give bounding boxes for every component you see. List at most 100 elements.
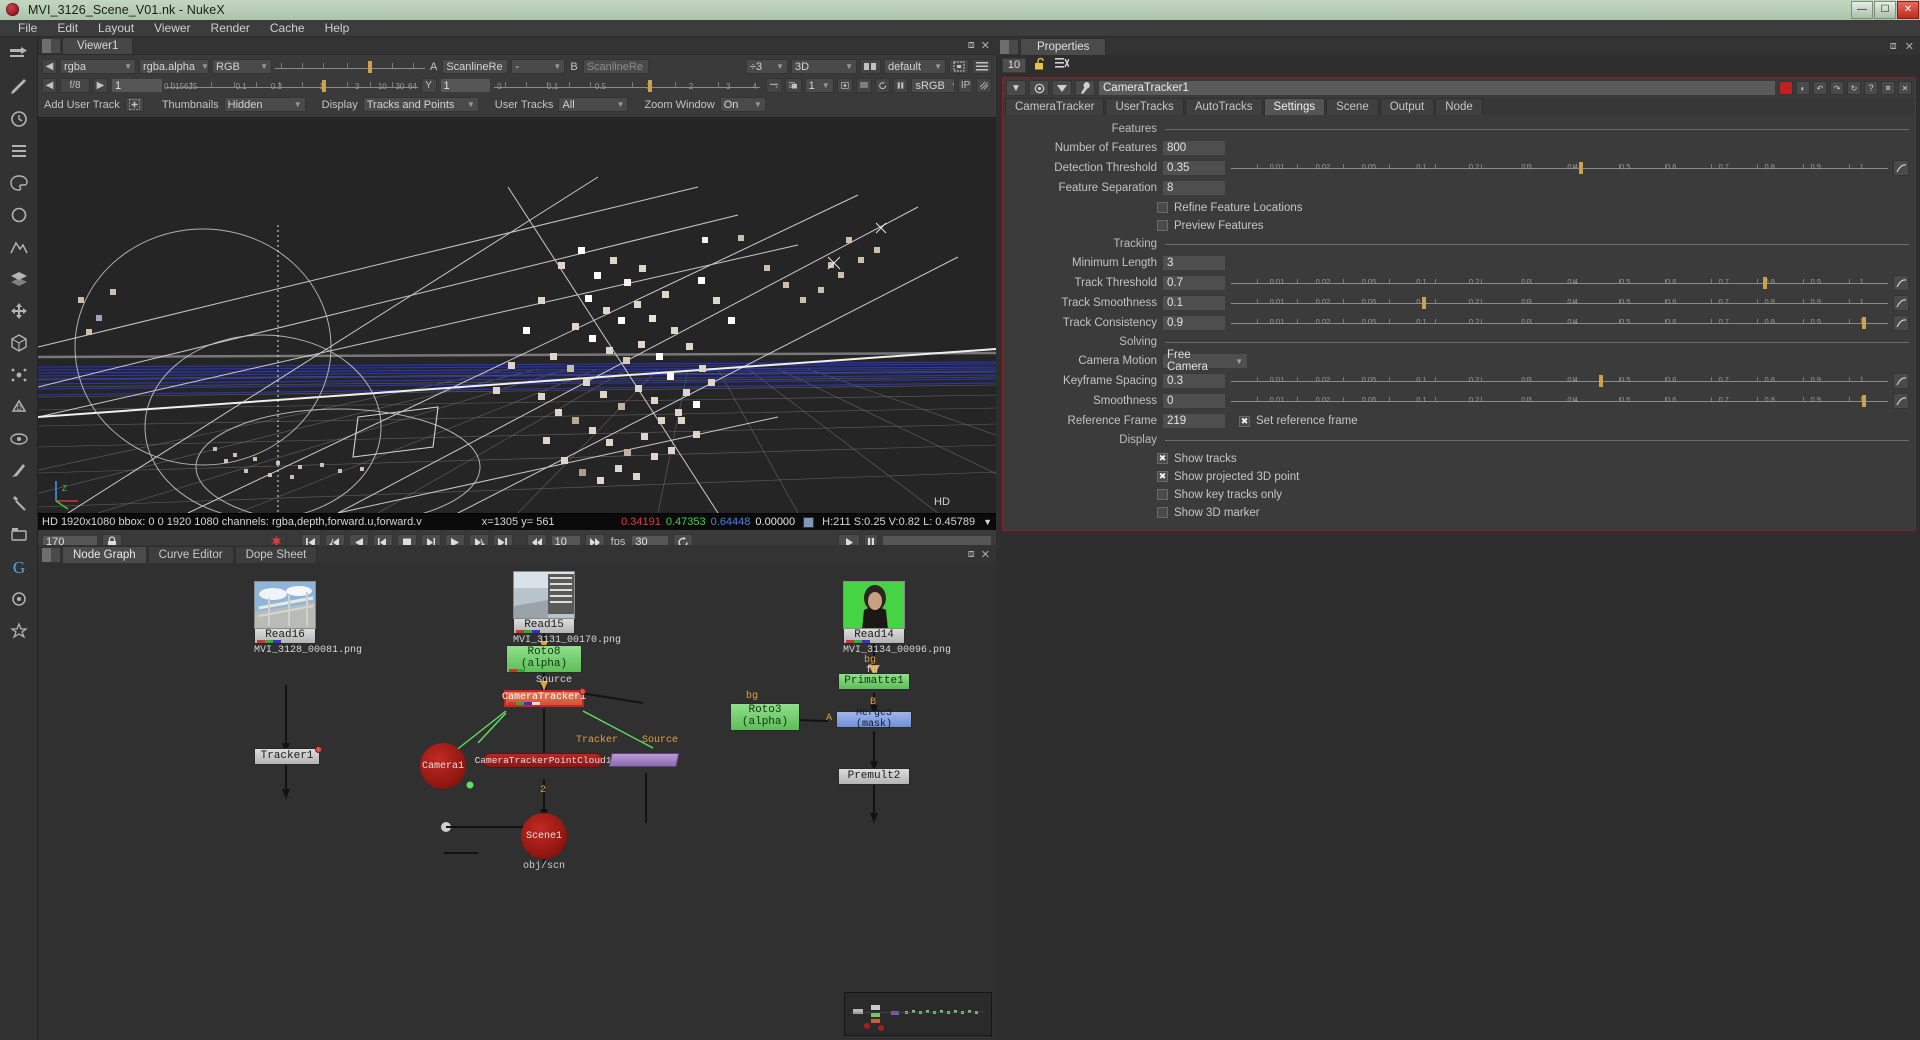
- help-icon[interactable]: ?: [1864, 81, 1878, 95]
- image-node-icon[interactable]: [4, 41, 34, 69]
- detection-threshold-field[interactable]: 0.35: [1162, 160, 1226, 176]
- node-graph-canvas[interactable]: Read16 MVI_3128_00081.png Tracker1: [38, 563, 996, 1040]
- redo-icon[interactable]: ↷: [1830, 81, 1844, 95]
- viewer-input-prev-icon[interactable]: ◀: [42, 59, 57, 74]
- gain-slider-top[interactable]: [275, 59, 425, 74]
- proxy-scale-select[interactable]: ÷3▼: [746, 59, 788, 74]
- show-projected-3d-point-checkbox[interactable]: [1157, 471, 1168, 482]
- menu-viewer[interactable]: Viewer: [144, 20, 200, 37]
- node-read14[interactable]: Read14 MVI_3134_00096.png: [843, 581, 951, 656]
- deep-node-icon[interactable]: D: [4, 393, 34, 421]
- camera1-circle[interactable]: Camera1: [420, 743, 466, 789]
- metadata-node-icon[interactable]: [4, 457, 34, 485]
- float-panel-icon[interactable]: ⧈: [1890, 40, 1897, 53]
- node-premult2[interactable]: Premult2: [838, 768, 910, 785]
- set-reference-frame-group[interactable]: Set reference frame: [1239, 415, 1358, 427]
- tab-node-graph[interactable]: Node Graph: [62, 546, 147, 563]
- zoom-window-select[interactable]: On▼: [720, 97, 766, 112]
- tab-cameratracker[interactable]: CameraTracker: [1005, 98, 1104, 115]
- track-threshold-slider[interactable]: 0.01 0.02 0.05 0.1 0.2 0.3 0.4 0.5 0.6 0…: [1231, 275, 1888, 291]
- check-refine-feature-locations[interactable]: Refine Feature Locations: [1007, 199, 1909, 216]
- gamma-slider[interactable]: 0 0.1 0.5 1 2 3 4: [494, 78, 760, 93]
- tab-properties[interactable]: Properties: [1020, 38, 1106, 55]
- input-a-select[interactable]: ScanlineRe▼: [442, 59, 508, 74]
- detection-threshold-slider[interactable]: 0.01 0.02 0.05 0.1 0.2 0.3 0.4 0.5 0.6 0…: [1231, 160, 1888, 176]
- node-read16[interactable]: Read16 MVI_3128_00081.png: [254, 581, 362, 656]
- gain-next-icon[interactable]: ▶: [93, 78, 108, 93]
- user-tracks-select[interactable]: All▼: [558, 97, 628, 112]
- geometry-card-box[interactable]: [609, 753, 680, 767]
- tab-settings[interactable]: Settings: [1264, 98, 1326, 115]
- track-smoothness-animation-icon[interactable]: [1893, 295, 1909, 311]
- unlock-icon[interactable]: [1034, 57, 1047, 74]
- triangle-down-icon[interactable]: ▼: [1006, 80, 1026, 96]
- gpu-icon[interactable]: [860, 59, 881, 74]
- track-smoothness-slider[interactable]: 0.01 0.02 0.05 0.1 0.2 0.3 0.4 0.5 0.6 0…: [1231, 295, 1888, 311]
- node-name-field[interactable]: CameraTracker1: [1098, 80, 1776, 96]
- node-color-icon[interactable]: [1029, 80, 1049, 96]
- add-track-icon[interactable]: [125, 97, 144, 112]
- viewer-3d-viewport[interactable]: Z HD: [38, 117, 996, 513]
- tab-autotracks[interactable]: AutoTracks: [1185, 98, 1263, 115]
- layer-count-select[interactable]: 1▼: [805, 78, 834, 93]
- node-camera1[interactable]: Camera1: [420, 743, 466, 789]
- show-tracks-checkbox[interactable]: [1157, 453, 1168, 464]
- refine-feature-locations-checkbox[interactable]: [1157, 202, 1168, 213]
- chevron-down-icon[interactable]: ▼: [983, 517, 992, 527]
- keyframe-spacing-slider[interactable]: 0.01 0.02 0.05 0.1 0.2 0.3 0.4 0.5 0.6 0…: [1231, 373, 1888, 389]
- clip-warning-icon[interactable]: [785, 78, 802, 93]
- wrench-icon[interactable]: [1075, 80, 1095, 96]
- merge3-box[interactable]: Merge3 (mask): [836, 711, 912, 728]
- close-button[interactable]: ✕: [1897, 1, 1919, 19]
- time-node-icon[interactable]: [4, 105, 34, 133]
- read15-header[interactable]: Read15: [513, 619, 575, 634]
- tracker1-box[interactable]: Tracker1: [254, 748, 320, 765]
- node-mask-icon[interactable]: [1052, 80, 1072, 96]
- ip-button[interactable]: IP: [958, 78, 973, 93]
- roto3-box[interactable]: Roto3 (alpha): [730, 703, 800, 731]
- viewer-operation-select[interactable]: -▼: [511, 59, 565, 74]
- tab-usertracks[interactable]: UserTracks: [1105, 98, 1183, 115]
- gain-fstop-button[interactable]: f/8: [60, 78, 90, 93]
- max-panels-field[interactable]: 10: [1002, 58, 1026, 73]
- tab-output[interactable]: Output: [1380, 98, 1435, 115]
- node-swatch-icon[interactable]: [1779, 81, 1793, 95]
- keyer-node-icon[interactable]: [4, 233, 34, 261]
- channel-layer-select[interactable]: rgba▼: [60, 59, 136, 74]
- track-consistency-slider[interactable]: 0.01 0.02 0.05 0.1 0.2 0.3 0.4 0.5 0.6 0…: [1231, 315, 1888, 331]
- channel-alpha-select[interactable]: rgba.alpha▼: [139, 59, 209, 74]
- revert-icon[interactable]: ↻: [1847, 81, 1861, 95]
- panel-grip-icon[interactable]: [42, 548, 60, 562]
- tab-scene[interactable]: Scene: [1326, 98, 1379, 115]
- menu-help[interactable]: Help: [315, 20, 360, 37]
- tab-curve-editor[interactable]: Curve Editor: [148, 546, 234, 563]
- gizmo-node-icon[interactable]: G: [4, 553, 34, 581]
- close-icon[interactable]: ✕: [1898, 81, 1912, 95]
- gain-prev-icon[interactable]: ◀: [42, 78, 57, 93]
- colorspace-select[interactable]: sRGB▼: [911, 78, 955, 93]
- viewer-process-select[interactable]: default▼: [884, 59, 946, 74]
- toolsets-node-icon[interactable]: [4, 489, 34, 517]
- particles-node-icon[interactable]: [4, 361, 34, 389]
- pointcloud-box[interactable]: CameraTrackerPointCloud1: [483, 753, 603, 768]
- read16-header[interactable]: Read16: [254, 629, 316, 644]
- filter-node-icon[interactable]: [4, 201, 34, 229]
- track-threshold-field[interactable]: 0.7: [1162, 275, 1226, 291]
- minimize-button[interactable]: —: [1851, 1, 1873, 19]
- gamma-value-field[interactable]: 1: [440, 78, 492, 93]
- menu-file[interactable]: File: [8, 20, 47, 37]
- draw-node-icon[interactable]: [4, 73, 34, 101]
- full-frame-icon[interactable]: [837, 78, 853, 93]
- color-node-icon[interactable]: [4, 169, 34, 197]
- menu-render[interactable]: Render: [201, 20, 260, 37]
- check-show-tracks[interactable]: Show tracks: [1007, 450, 1909, 467]
- show-3d-marker-checkbox[interactable]: [1157, 507, 1168, 518]
- float-panel-icon[interactable]: ⧈: [968, 39, 975, 52]
- track-smoothness-field[interactable]: 0.1: [1162, 295, 1226, 311]
- node-read15[interactable]: Read15 MVI_3131_00170.png: [513, 571, 621, 646]
- tab-dope-sheet[interactable]: Dope Sheet: [235, 546, 318, 563]
- node-merge3[interactable]: Merge3 (mask): [836, 711, 912, 728]
- minimum-length-field[interactable]: 3: [1162, 255, 1226, 271]
- show-key-tracks-only-checkbox[interactable]: [1157, 489, 1168, 500]
- node-primatte1[interactable]: Primatte1: [838, 673, 910, 690]
